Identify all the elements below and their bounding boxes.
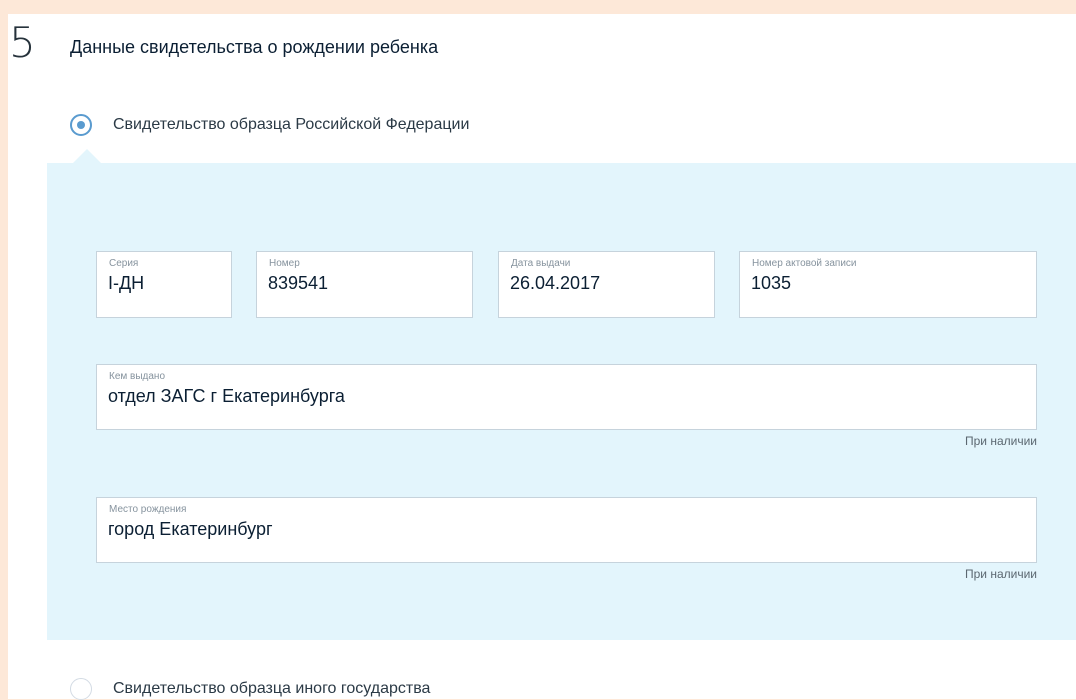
record-number-field[interactable]: Номер актовой записи 1035 bbox=[739, 251, 1037, 318]
step-number: 5 bbox=[9, 18, 36, 67]
number-label: Номер bbox=[269, 258, 300, 269]
option-russian-label: Свидетельство образца Российской Федерац… bbox=[113, 116, 470, 133]
number-value: 839541 bbox=[268, 273, 329, 293]
panel-pointer bbox=[73, 149, 101, 163]
radio-unchecked-icon[interactable] bbox=[70, 678, 92, 700]
birth-place-value: город Екатеринбург bbox=[108, 519, 273, 539]
record-number-value: 1035 bbox=[751, 273, 792, 293]
number-field[interactable]: Номер 839541 bbox=[256, 251, 473, 318]
section-title: Данные свидетельства о рождении ребенка bbox=[70, 37, 439, 57]
birth-place-label: Место рождения bbox=[109, 504, 187, 515]
series-field[interactable]: Серия I-ДН bbox=[96, 251, 232, 318]
issue-date-field[interactable]: Дата выдачи 26.04.2017 bbox=[498, 251, 715, 318]
issue-date-value: 26.04.2017 bbox=[510, 273, 601, 293]
issued-by-field[interactable]: Кем выдано отдел ЗАГС г Екатеринбурга bbox=[96, 364, 1037, 430]
issued-by-label: Кем выдано bbox=[109, 371, 166, 382]
series-value: I-ДН bbox=[108, 273, 145, 293]
option-foreign-certificate[interactable]: Свидетельство образца иного государства bbox=[70, 678, 430, 700]
option-russian-certificate[interactable]: Свидетельство образца Российской Федерац… bbox=[70, 114, 469, 136]
birth-place-hint: При наличии bbox=[965, 567, 1037, 581]
radio-checked-icon[interactable] bbox=[70, 114, 92, 136]
issued-by-hint: При наличии bbox=[965, 434, 1037, 448]
issued-by-value: отдел ЗАГС г Екатеринбурга bbox=[108, 386, 345, 406]
issue-date-label: Дата выдачи bbox=[511, 258, 571, 269]
series-label: Серия bbox=[109, 258, 139, 269]
option-foreign-label: Свидетельство образца иного государства bbox=[113, 680, 431, 697]
certificate-details-panel: Серия I-ДН Номер 839541 Дата выдачи 26.0… bbox=[47, 163, 1076, 640]
birth-place-field[interactable]: Место рождения город Екатеринбург bbox=[96, 497, 1037, 563]
record-number-label: Номер актовой записи bbox=[752, 258, 857, 269]
